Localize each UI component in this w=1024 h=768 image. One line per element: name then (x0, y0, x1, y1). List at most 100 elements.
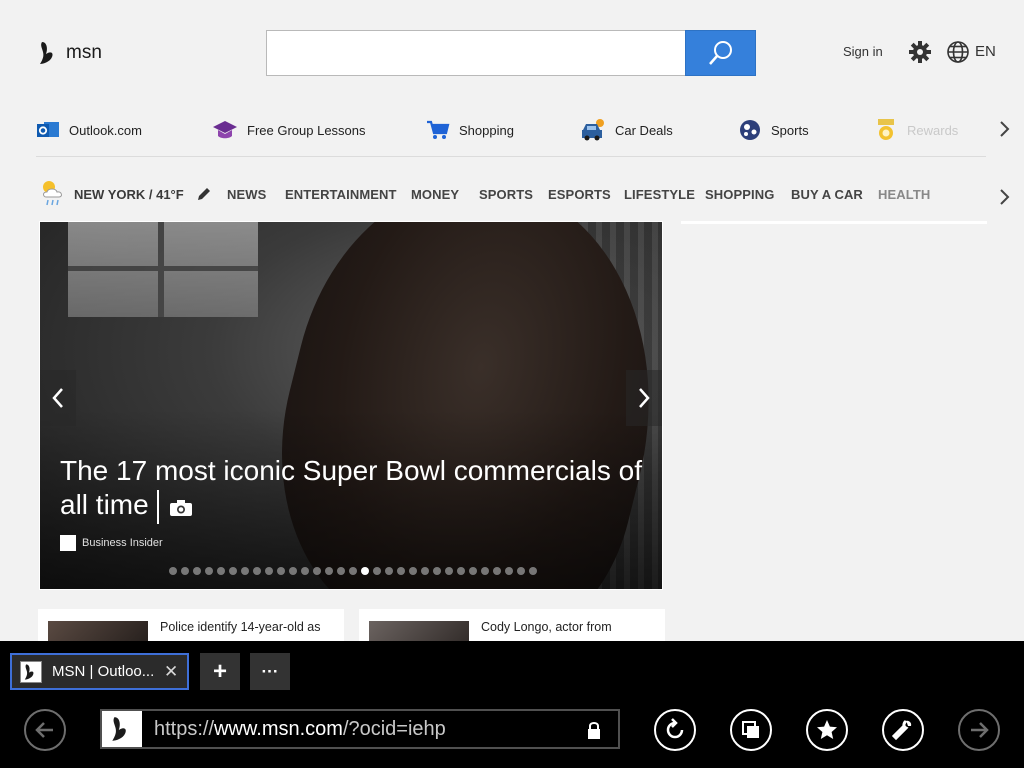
search-input[interactable] (266, 30, 686, 76)
carousel-dot[interactable] (385, 567, 393, 575)
hero-carousel[interactable]: The 17 most iconic Super Bowl commercial… (39, 221, 663, 590)
star-icon (817, 720, 837, 739)
carousel-dot[interactable] (505, 567, 513, 575)
carousel-dot[interactable] (169, 567, 177, 575)
medal-icon (878, 119, 894, 140)
nav-next-chevron-icon[interactable] (998, 187, 1012, 212)
msn-favicon-icon (20, 660, 42, 683)
hero-source-name: Business Insider (82, 537, 163, 549)
forward-button[interactable] (958, 709, 1000, 751)
carousel-dot[interactable] (457, 567, 465, 575)
favorites-button[interactable] (806, 709, 848, 751)
carousel-dot[interactable] (289, 567, 297, 575)
tabs-button[interactable] (730, 709, 772, 751)
more-dots-icon: ··· (261, 661, 279, 681)
carousel-dot[interactable] (373, 567, 381, 575)
nav-money[interactable]: MONEY (411, 187, 459, 202)
carousel-dot[interactable] (517, 567, 525, 575)
carousel-dot[interactable] (193, 567, 201, 575)
carousel-dot[interactable] (217, 567, 225, 575)
sign-in-link[interactable]: Sign in (843, 44, 883, 59)
plus-icon: + (212, 657, 227, 685)
quick-link-free-group-lessons[interactable]: Free Group Lessons (212, 114, 366, 146)
browser-tab[interactable]: MSN | Outloo... ✕ (10, 653, 189, 690)
carousel-dot[interactable] (337, 567, 345, 575)
quick-link-outlook[interactable]: Outlook.com (36, 114, 142, 146)
quick-link-sports[interactable]: Sports (738, 114, 809, 146)
hero-image-window (68, 222, 258, 317)
nav-buy-a-car[interactable]: BUY A CAR (791, 187, 863, 202)
carousel-dot[interactable] (325, 567, 333, 575)
gallery-camera-icon (156, 489, 193, 524)
lock-icon[interactable] (586, 720, 602, 745)
quick-links-bar: Outlook.com Free Group Lessons Shopping … (36, 114, 986, 148)
search-icon (708, 41, 732, 65)
carousel-dot[interactable] (181, 567, 189, 575)
carousel-dot[interactable] (529, 567, 537, 575)
news-card-headline: Cody Longo, actor from (481, 620, 612, 634)
carousel-dot[interactable] (445, 567, 453, 575)
msn-logo[interactable]: msn (38, 40, 102, 66)
new-tab-button[interactable]: + (200, 653, 240, 690)
nav-esports[interactable]: ESPORTS (548, 187, 611, 202)
nav-sports[interactable]: SPORTS (479, 187, 533, 202)
quick-link-car-deals[interactable]: Car Deals (580, 114, 673, 146)
carousel-dot[interactable] (253, 567, 261, 575)
arrow-right-icon (971, 722, 989, 738)
hero-headline-link[interactable]: The 17 most iconic Super Bowl commercial… (60, 454, 650, 524)
carousel-dot[interactable] (361, 567, 369, 575)
carousel-dot[interactable] (421, 567, 429, 575)
address-bar[interactable]: https://www.msn.com/?ocid=iehp (100, 709, 620, 749)
refresh-button[interactable] (654, 709, 696, 751)
language-label[interactable]: EN (975, 43, 996, 60)
edit-pencil-icon[interactable] (196, 186, 212, 202)
quick-link-label: Free Group Lessons (247, 122, 366, 138)
nav-entertainment[interactable]: ENTERTAINMENT (285, 187, 397, 202)
weather-widget[interactable]: NEW YORK / 41°F (38, 178, 212, 210)
quick-link-label: Rewards (907, 122, 959, 138)
carousel-dot[interactable] (313, 567, 321, 575)
quick-link-rewards[interactable]: Rewards (874, 114, 958, 146)
carousel-prev-button[interactable] (40, 370, 76, 426)
language-globe-icon[interactable] (946, 40, 970, 69)
weather-location-temp: NEW YORK / 41°F (74, 186, 184, 202)
quick-links-next-chevron-icon[interactable] (998, 119, 1012, 144)
carousel-next-button[interactable] (626, 370, 662, 426)
tools-button[interactable] (882, 709, 924, 751)
site-favicon-icon (102, 711, 142, 747)
carousel-dot[interactable] (205, 567, 213, 575)
carousel-dot[interactable] (277, 567, 285, 575)
settings-gear-icon[interactable] (908, 40, 932, 69)
tab-title: MSN | Outloo... (52, 663, 155, 680)
nav-health[interactable]: HEALTH (878, 187, 930, 202)
carousel-dot[interactable] (265, 567, 273, 575)
logo-text: msn (66, 42, 102, 63)
carousel-dot[interactable] (493, 567, 501, 575)
carousel-dot[interactable] (469, 567, 477, 575)
carousel-dot[interactable] (481, 567, 489, 575)
right-panel-card (681, 221, 987, 224)
address-url[interactable]: https://www.msn.com/?ocid=iehp (154, 718, 446, 741)
nav-shopping[interactable]: SHOPPING (705, 187, 774, 202)
carousel-dot[interactable] (301, 567, 309, 575)
chevron-left-icon (52, 388, 63, 408)
quick-link-label: Car Deals (615, 122, 673, 138)
carousel-dot[interactable] (241, 567, 249, 575)
back-button[interactable] (24, 709, 66, 751)
tab-menu-button[interactable]: ··· (250, 653, 290, 690)
carousel-dot[interactable] (229, 567, 237, 575)
wrench-icon (891, 720, 912, 741)
carousel-dot[interactable] (397, 567, 405, 575)
quick-link-shopping[interactable]: Shopping (426, 114, 514, 146)
carousel-dot[interactable] (409, 567, 417, 575)
carousel-pagination (169, 567, 537, 575)
nav-lifestyle[interactable]: LIFESTYLE (624, 187, 695, 202)
carousel-dot[interactable] (433, 567, 441, 575)
search-button[interactable] (685, 30, 756, 76)
nav-news[interactable]: NEWS (227, 187, 266, 202)
url-host: www.msn.com (214, 718, 343, 740)
quick-link-label: Shopping (459, 122, 514, 138)
carousel-dot[interactable] (349, 567, 357, 575)
weather-partly-cloudy-icon (43, 181, 62, 206)
tab-close-icon[interactable]: ✕ (164, 662, 178, 682)
